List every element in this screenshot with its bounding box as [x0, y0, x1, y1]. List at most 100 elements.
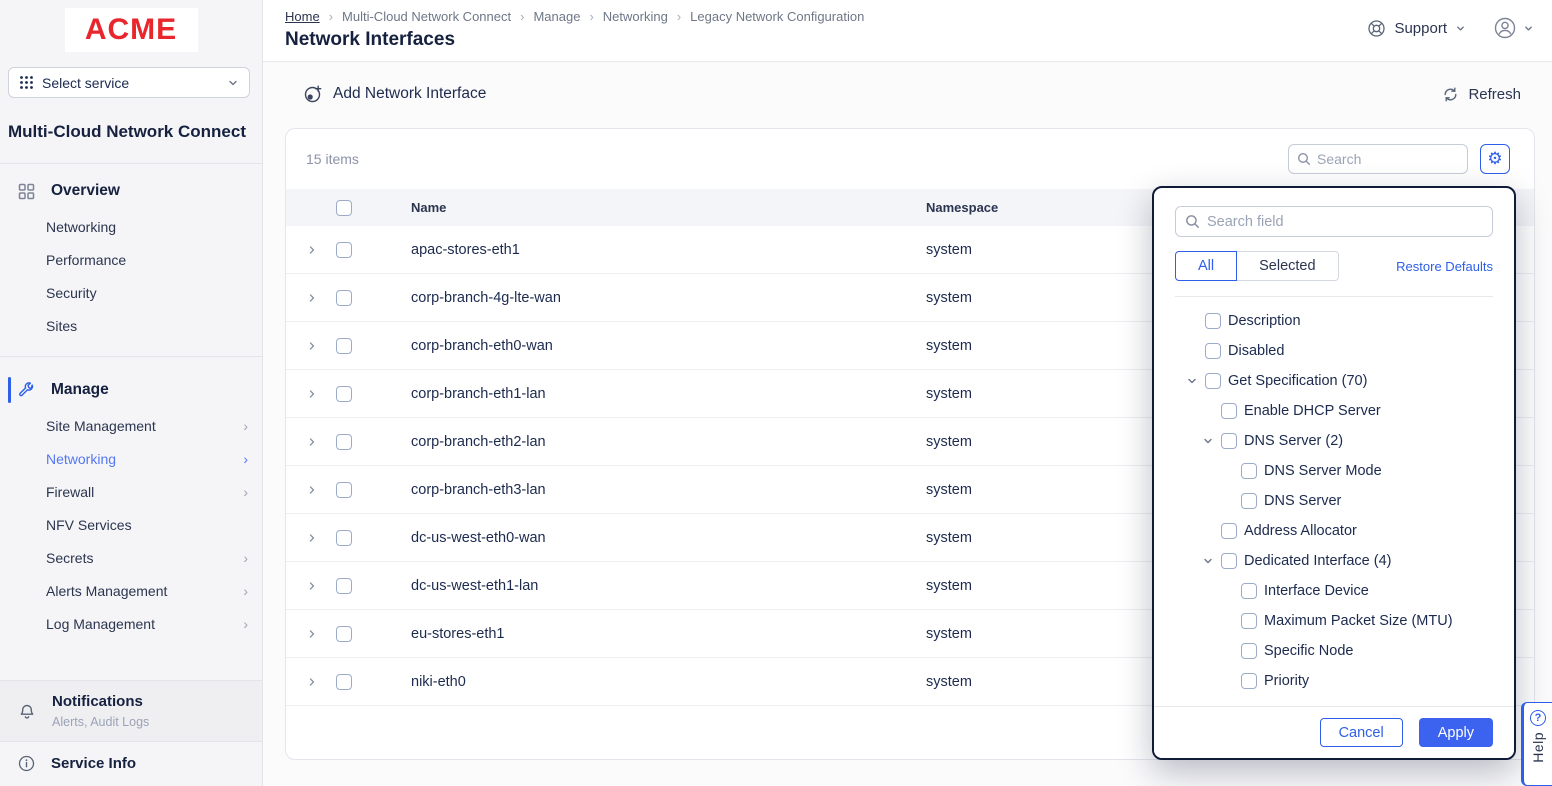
row-name[interactable]: eu-stores-eth1: [381, 626, 926, 642]
breadcrumb-item[interactable]: Networking: [603, 9, 668, 24]
field-item-dns-server[interactable]: DNS Server: [1175, 486, 1493, 516]
field-item-dedicated-interface[interactable]: Dedicated Interface (4): [1175, 546, 1493, 576]
row-name[interactable]: apac-stores-eth1: [381, 242, 926, 258]
refresh-icon: [1442, 86, 1459, 103]
field-checkbox[interactable]: [1205, 343, 1221, 359]
row-checkbox[interactable]: [336, 626, 352, 642]
chevron-down-icon[interactable]: [1202, 555, 1214, 567]
refresh-button[interactable]: Refresh: [1442, 86, 1521, 103]
sidebar-item-performance[interactable]: Performance: [0, 243, 262, 276]
row-checkbox[interactable]: [336, 290, 352, 306]
field-item-interface-device[interactable]: Interface Device: [1175, 576, 1493, 606]
row-expand-icon[interactable]: [306, 676, 336, 688]
row-checkbox[interactable]: [336, 482, 352, 498]
field-checkbox[interactable]: [1241, 643, 1257, 659]
field-checkbox[interactable]: [1205, 373, 1221, 389]
field-item-priority[interactable]: Priority: [1175, 666, 1493, 696]
chevron-down-icon[interactable]: [1202, 435, 1214, 447]
row-expand-icon[interactable]: [306, 244, 336, 256]
row-expand-icon[interactable]: [306, 388, 336, 400]
cancel-button[interactable]: Cancel: [1320, 718, 1403, 747]
sidebar-item-overview-networking[interactable]: Networking: [0, 210, 262, 243]
sidebar-item-manage[interactable]: Manage: [0, 371, 262, 409]
sidebar-item-service-info[interactable]: Service Info: [0, 741, 262, 786]
field-search-input[interactable]: [1207, 214, 1483, 230]
sidebar-item-alerts-management[interactable]: Alerts Management›: [0, 574, 262, 607]
breadcrumb-item[interactable]: Legacy Network Configuration: [690, 9, 864, 24]
row-expand-icon[interactable]: [306, 340, 336, 352]
field-checkbox[interactable]: [1241, 463, 1257, 479]
row-name[interactable]: corp-branch-eth2-lan: [381, 434, 926, 450]
field-item-maximum-packet-size[interactable]: Maximum Packet Size (MTU): [1175, 606, 1493, 636]
row-checkbox[interactable]: [336, 386, 352, 402]
service-info-label: Service Info: [51, 755, 136, 772]
help-tab[interactable]: ? Help: [1521, 702, 1552, 786]
chevron-down-icon[interactable]: [1186, 375, 1198, 387]
support-menu[interactable]: Support: [1367, 19, 1466, 38]
sidebar-item-security[interactable]: Security: [0, 276, 262, 309]
row-expand-icon[interactable]: [306, 580, 336, 592]
field-checkbox[interactable]: [1241, 583, 1257, 599]
field-label: Description: [1228, 313, 1301, 329]
acme-logo[interactable]: ACME: [65, 8, 198, 52]
row-name[interactable]: dc-us-west-eth1-lan: [381, 578, 926, 594]
search-input[interactable]: [1317, 151, 1459, 167]
field-item-specific-node[interactable]: Specific Node: [1175, 636, 1493, 666]
field-checkbox[interactable]: [1221, 523, 1237, 539]
sidebar-item-networking[interactable]: Networking›: [0, 442, 262, 475]
field-item-address-allocator[interactable]: Address Allocator: [1175, 516, 1493, 546]
field-checkbox[interactable]: [1221, 403, 1237, 419]
row-checkbox[interactable]: [336, 530, 352, 546]
row-expand-icon[interactable]: [306, 292, 336, 304]
sidebar-item-log-management[interactable]: Log Management›: [0, 607, 262, 640]
column-header-name[interactable]: Name: [381, 200, 926, 215]
row-expand-icon[interactable]: [306, 628, 336, 640]
sidebar-item-overview[interactable]: Overview: [0, 172, 262, 210]
row-name[interactable]: niki-eth0: [381, 674, 926, 690]
sidebar-item-secrets[interactable]: Secrets›: [0, 541, 262, 574]
row-name[interactable]: dc-us-west-eth0-wan: [381, 530, 926, 546]
row-expand-icon[interactable]: [306, 436, 336, 448]
field-item-dns-server-mode[interactable]: DNS Server Mode: [1175, 456, 1493, 486]
column-settings-button[interactable]: ⚙: [1480, 144, 1510, 174]
row-checkbox[interactable]: [336, 674, 352, 690]
field-item-enable-dhcp-server[interactable]: Enable DHCP Server: [1175, 396, 1493, 426]
sidebar-item-firewall[interactable]: Firewall›: [0, 475, 262, 508]
field-checkbox[interactable]: [1205, 313, 1221, 329]
add-network-interface-button[interactable]: Add Network Interface: [303, 84, 486, 104]
filter-tab-all[interactable]: All: [1175, 251, 1237, 281]
row-checkbox[interactable]: [336, 434, 352, 450]
field-checkbox[interactable]: [1241, 493, 1257, 509]
row-name[interactable]: corp-branch-eth0-wan: [381, 338, 926, 354]
field-checkbox[interactable]: [1221, 433, 1237, 449]
breadcrumb-home[interactable]: Home: [285, 9, 320, 24]
field-checkbox[interactable]: [1241, 613, 1257, 629]
field-item-description[interactable]: Description: [1175, 306, 1493, 336]
breadcrumb-item[interactable]: Multi-Cloud Network Connect: [342, 9, 511, 24]
account-menu[interactable]: [1492, 15, 1534, 41]
sidebar-item-site-management[interactable]: Site Management›: [0, 409, 262, 442]
row-checkbox[interactable]: [336, 578, 352, 594]
breadcrumb-item[interactable]: Manage: [533, 9, 580, 24]
row-expand-icon[interactable]: [306, 532, 336, 544]
sidebar-item-notifications[interactable]: Notifications Alerts, Audit Logs: [0, 680, 262, 741]
row-checkbox[interactable]: [336, 338, 352, 354]
row-name[interactable]: corp-branch-4g-lte-wan: [381, 290, 926, 306]
row-expand-icon[interactable]: [306, 484, 336, 496]
restore-defaults-link[interactable]: Restore Defaults: [1396, 259, 1493, 274]
field-checkbox[interactable]: [1241, 673, 1257, 689]
row-name[interactable]: corp-branch-eth1-lan: [381, 386, 926, 402]
field-item-get-specification[interactable]: Get Specification (70): [1175, 366, 1493, 396]
row-checkbox[interactable]: [336, 242, 352, 258]
sidebar-item-sites[interactable]: Sites: [0, 309, 262, 342]
row-name[interactable]: corp-branch-eth3-lan: [381, 482, 926, 498]
filter-tab-selected[interactable]: Selected: [1237, 251, 1338, 281]
select-all-checkbox[interactable]: [336, 200, 352, 216]
field-item-dns-server-group[interactable]: DNS Server (2): [1175, 426, 1493, 456]
apply-button[interactable]: Apply: [1419, 718, 1493, 747]
field-label: Maximum Packet Size (MTU): [1264, 613, 1453, 629]
sidebar-item-nfv-services[interactable]: NFV Services: [0, 508, 262, 541]
select-service-dropdown[interactable]: Select service: [8, 67, 250, 98]
field-checkbox[interactable]: [1221, 553, 1237, 569]
field-item-disabled[interactable]: Disabled: [1175, 336, 1493, 366]
